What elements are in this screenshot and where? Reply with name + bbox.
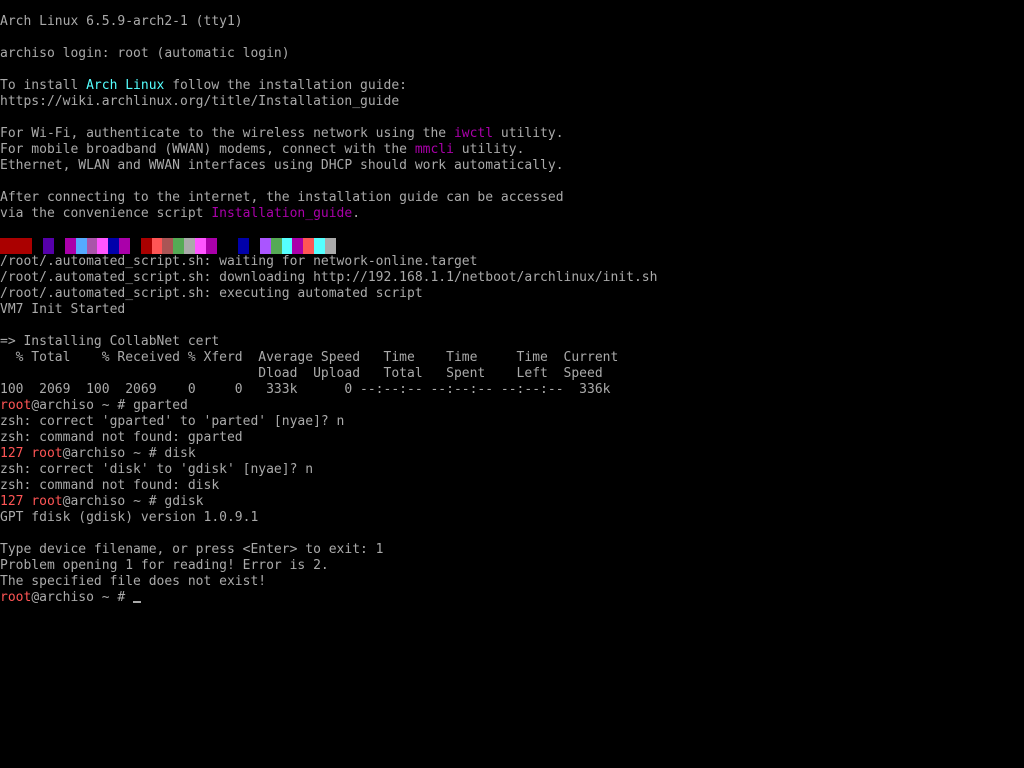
prompt-host: @archiso ~ # <box>31 398 134 413</box>
colorbar-cell <box>281 238 293 254</box>
curl-header-2: Dload Upload Total Spent Left Speed <box>0 366 603 381</box>
colorbar-cell <box>173 238 185 254</box>
terminal-screen[interactable]: Arch Linux 6.5.9-arch2-1 (tty1) archiso … <box>0 14 1024 754</box>
colorbar-cell <box>205 238 217 254</box>
script-name: Installation_guide <box>211 206 353 221</box>
via-prefix: via the convenience script <box>0 206 212 221</box>
colorbar-cell <box>97 238 109 254</box>
colorbar-cell <box>184 238 195 254</box>
distro-name: Arch Linux <box>86 78 165 93</box>
mobile-tool: mmcli <box>414 142 454 157</box>
gdisk-error-line: Problem opening 1 for reading! Error is … <box>0 558 329 573</box>
cert-line: => Installing CollabNet cert <box>0 334 220 349</box>
tty-header: Arch Linux 6.5.9-arch2-1 (tty1) <box>0 14 243 29</box>
colorbar-cell <box>119 238 130 254</box>
colorbar-cell <box>227 238 239 254</box>
colorbar-cell <box>43 238 55 254</box>
gdisk-notexist-line: The specified file does not exist! <box>0 574 267 589</box>
garbled-color-bar <box>0 238 336 254</box>
colorbar-cell <box>86 238 98 254</box>
prompt-user: root <box>0 398 32 413</box>
prompt-host: @archiso ~ # <box>62 494 165 509</box>
colorbar-cell <box>303 238 315 254</box>
colorbar-cell <box>292 238 304 254</box>
prompt-host: @archiso ~ # <box>31 590 134 605</box>
wifi-tool: iwctl <box>453 126 494 141</box>
colorbar-cell <box>54 238 65 254</box>
zsh-notfound-line: zsh: command not found: disk <box>0 478 220 493</box>
boot-line-4: VM7 Init Started <box>0 302 126 317</box>
wifi-suffix: utility. <box>493 126 564 141</box>
colorbar-cell <box>64 238 76 254</box>
prompt-line: 127 root@archiso ~ # gdisk <box>0 494 1024 510</box>
install-suffix: follow the installation guide: <box>164 78 408 93</box>
colorbar-cell <box>151 238 163 254</box>
colorbar-cell <box>162 238 174 254</box>
curl-progress: 100 2069 100 2069 0 0 333k 0 --:--:-- --… <box>0 382 611 397</box>
colorbar-cell <box>10 238 22 254</box>
boot-line-3: /root/.automated_script.sh: executing au… <box>0 286 423 301</box>
boot-line-2: /root/.automated_script.sh: downloading … <box>0 270 658 285</box>
login-line: archiso login: root (automatic login) <box>0 46 290 61</box>
colorbar-cell <box>259 238 271 254</box>
command-text: gdisk <box>164 494 204 509</box>
colorbar-cell <box>238 238 250 254</box>
mobile-line: For mobile broadband (WWAN) modems, conn… <box>0 142 1024 158</box>
wifi-line: For Wi-Fi, authenticate to the wireless … <box>0 126 1024 142</box>
prompt-line: root@archiso ~ # gparted <box>0 398 1024 414</box>
colorbar-cell <box>324 238 336 254</box>
curl-header-1: % Total % Received % Xferd Average Speed… <box>0 350 619 365</box>
mobile-prefix: For mobile broadband (WWAN) modems, conn… <box>0 142 415 157</box>
colorbar-cell <box>32 238 44 254</box>
gdisk-prompt-line: Type device filename, or press <Enter> t… <box>0 542 384 557</box>
wifi-prefix: For Wi-Fi, authenticate to the wireless … <box>0 126 454 141</box>
exit-code: 127 <box>0 494 24 509</box>
colorbar-cell <box>216 238 228 254</box>
zsh-correct-line: zsh: correct 'gparted' to 'parted' [nyae… <box>0 414 345 429</box>
ethernet-line: Ethernet, WLAN and WWAN interfaces using… <box>0 158 564 173</box>
prompt-host: @archiso ~ # <box>62 446 165 461</box>
colorbar-cell <box>314 238 325 254</box>
colorbar-cell <box>249 238 260 254</box>
zsh-correct-line: zsh: correct 'disk' to 'gdisk' [nyae]? n <box>0 462 314 477</box>
prompt-line: 127 root@archiso ~ # disk <box>0 446 1024 462</box>
colorbar-cell <box>75 238 87 254</box>
colorbar-cell <box>108 238 120 254</box>
via-suffix: . <box>352 206 361 221</box>
zsh-notfound-line: zsh: command not found: gparted <box>0 430 243 445</box>
exit-code: 127 <box>0 446 24 461</box>
prompt-user: root <box>0 590 32 605</box>
colorbar-cell <box>194 238 206 254</box>
via-script-line: via the convenience script Installation_… <box>0 206 1024 222</box>
install-url: https://wiki.archlinux.org/title/Install… <box>0 94 400 109</box>
command-text: disk <box>164 446 196 461</box>
after-connect-line: After connecting to the internet, the in… <box>0 190 564 205</box>
gdisk-version-line: GPT fdisk (gdisk) version 1.0.9.1 <box>0 510 259 525</box>
prompt-user: root <box>31 494 63 509</box>
prompt-user: root <box>31 446 63 461</box>
install-prefix: To install <box>0 78 87 93</box>
text-cursor[interactable] <box>133 601 142 603</box>
colorbar-cell <box>270 238 282 254</box>
command-text: gparted <box>133 398 188 413</box>
colorbar-cell <box>21 238 33 254</box>
install-line: To install Arch Linux follow the install… <box>0 78 1024 94</box>
colorbar-cell <box>140 238 152 254</box>
colorbar-cell <box>0 238 11 254</box>
active-prompt-line[interactable]: root@archiso ~ # <box>0 590 1024 606</box>
mobile-suffix: utility. <box>453 142 525 157</box>
boot-line-1: /root/.automated_script.sh: waiting for … <box>0 254 478 269</box>
colorbar-cell <box>129 238 141 254</box>
